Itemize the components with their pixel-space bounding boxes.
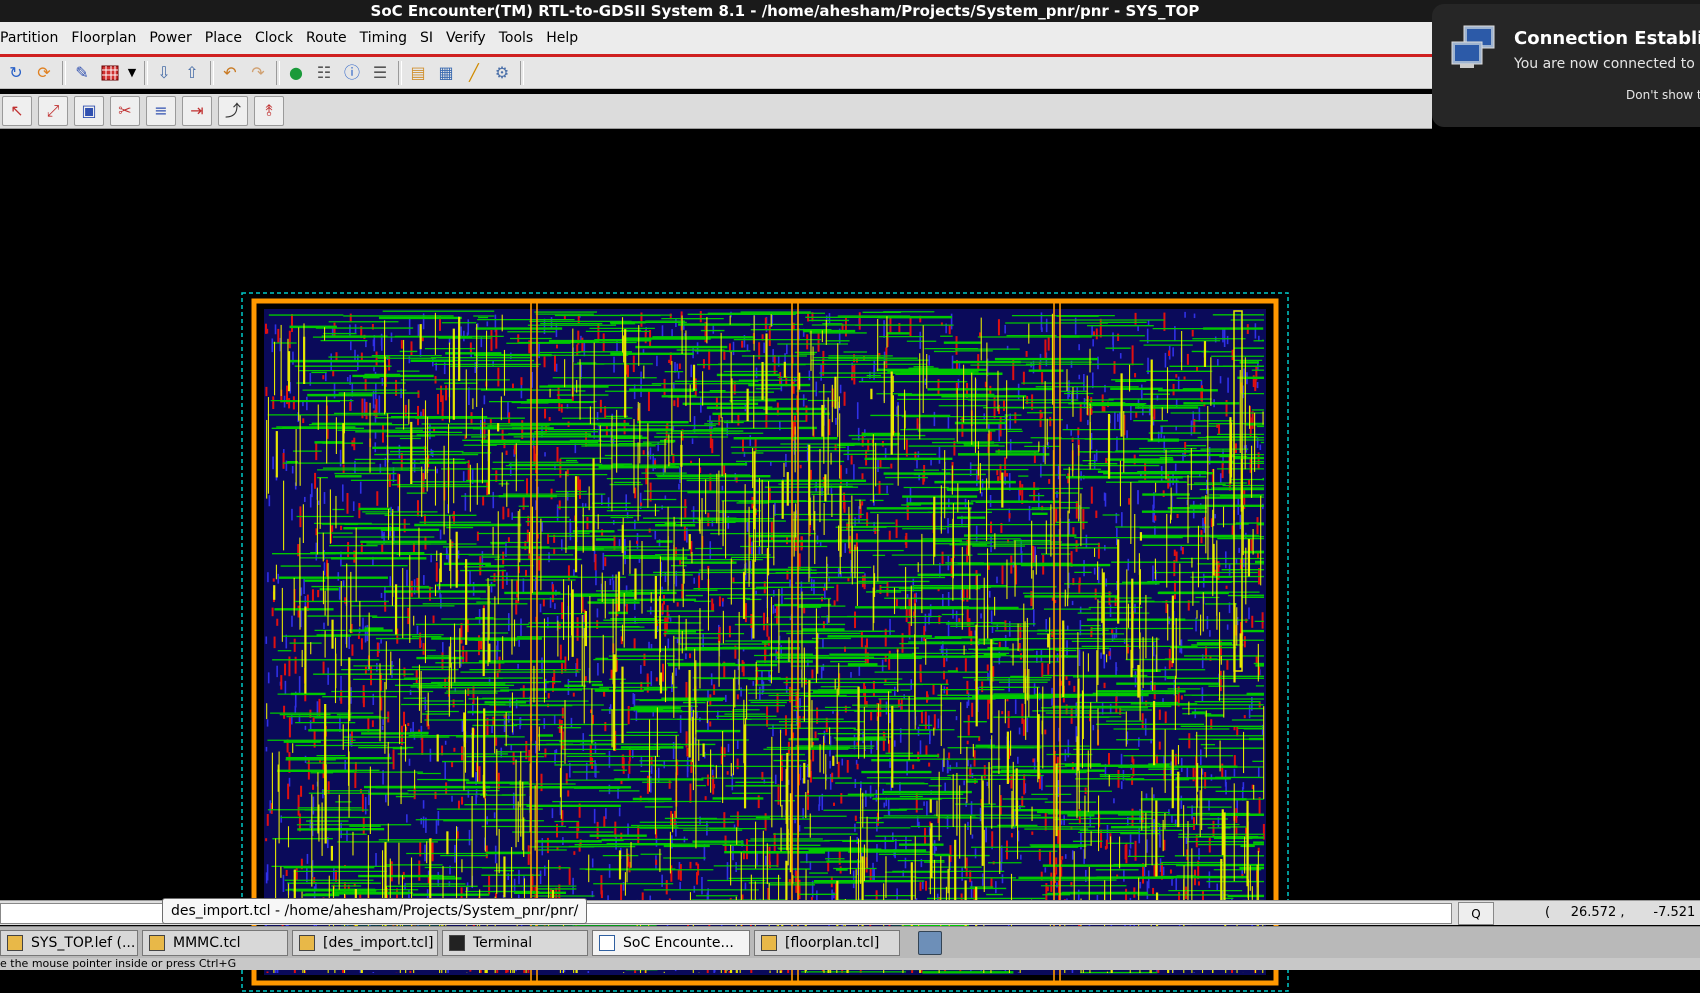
hierarchy-icon[interactable]: ☷	[312, 61, 336, 85]
dont-show-again-link[interactable]: Don't show t	[1626, 88, 1700, 102]
fill-pattern-icon[interactable]	[98, 61, 122, 85]
redo-circle-icon[interactable]: ↻	[4, 61, 28, 85]
layout-window-icon[interactable]: ▦	[434, 61, 458, 85]
window-title: SoC Encounter(TM) RTL-to-GDSII System 8.…	[371, 2, 1200, 20]
globe-icon[interactable]: ●	[284, 61, 308, 85]
align-icon[interactable]: ≡	[146, 96, 176, 126]
attribute-editor-icon[interactable]: ⚙	[490, 61, 514, 85]
refresh-icon[interactable]: ⟳	[32, 61, 56, 85]
move-icon[interactable]: ⤢	[38, 96, 68, 126]
terminal-icon	[449, 935, 465, 951]
task-label: MMMC.tcl	[173, 935, 241, 951]
task-terminal[interactable]: Terminal	[442, 930, 588, 956]
open-folder-icon[interactable]: ▤	[406, 61, 430, 85]
status-hint: e the mouse pointer inside or press Ctrl…	[0, 958, 1700, 970]
file-path-tooltip: des_import.tcl - /home/ahesham/Projects/…	[162, 898, 587, 924]
menu-help[interactable]: Help	[546, 30, 578, 46]
undo-icon[interactable]: ↶	[218, 61, 242, 85]
menu-si[interactable]: SI	[420, 30, 433, 46]
app-window-icon	[599, 935, 615, 951]
task-sys-top-lef[interactable]: SYS_TOP.lef (...	[0, 930, 138, 956]
network-computers-icon	[1450, 24, 1500, 76]
menu-tools[interactable]: Tools	[499, 30, 534, 46]
notes-icon[interactable]: ☰	[368, 61, 392, 85]
resize-icon[interactable]: ▣	[74, 96, 104, 126]
toolbar-separator	[144, 61, 148, 85]
dropdown-arrow-icon[interactable]: ▼	[126, 61, 138, 85]
toolbar-separator	[520, 61, 524, 85]
menu-timing[interactable]: Timing	[360, 30, 407, 46]
taskbar: SYS_TOP.lef (... MMMC.tcl [des_import.tc…	[0, 926, 1700, 959]
cut-icon[interactable]: ✂	[110, 96, 140, 126]
task-des-import-tcl[interactable]: [des_import.tcl]	[292, 930, 438, 956]
task-label: Terminal	[473, 935, 532, 951]
push-down-icon[interactable]: ⇩	[152, 61, 176, 85]
text-editor-icon	[149, 935, 165, 951]
edit-toolbar: ↖ ⤢ ▣ ✂ ≡ ⇥ ⤴ ⥉	[0, 94, 1432, 129]
task-mmmc-tcl[interactable]: MMMC.tcl	[142, 930, 288, 956]
task-label: [floorplan.tcl]	[785, 935, 879, 951]
toolbar-separator	[398, 61, 402, 85]
pop-up-icon[interactable]: ⇧	[180, 61, 204, 85]
menu-partition[interactable]: Partition	[0, 30, 58, 46]
toolbar-separator	[210, 61, 214, 85]
draw-tool-icon[interactable]: ✎	[70, 61, 94, 85]
ruler-icon[interactable]: ╱	[462, 61, 486, 85]
menu-place[interactable]: Place	[205, 30, 242, 46]
menu-clock[interactable]: Clock	[255, 30, 293, 46]
text-editor-icon	[299, 935, 315, 951]
menu-route[interactable]: Route	[306, 30, 347, 46]
menu-verify[interactable]: Verify	[446, 30, 486, 46]
task-label: SoC Encounte...	[623, 935, 734, 951]
notification-title: Connection Establis	[1514, 28, 1700, 49]
info-icon[interactable]: ⓘ	[340, 61, 364, 85]
notification-body: You are now connected to "	[1514, 56, 1700, 72]
cursor-coordinates: ( 26.572 , -7.521 )	[1545, 905, 1700, 920]
toolbar-separator	[62, 61, 66, 85]
snap-icon[interactable]: ⤴	[218, 96, 248, 126]
toolbar-separator	[276, 61, 280, 85]
workspace-switcher-icon[interactable]	[918, 931, 942, 955]
select-icon[interactable]: ↖	[2, 96, 32, 126]
menu-power[interactable]: Power	[149, 30, 191, 46]
task-floorplan-tcl[interactable]: [floorplan.tcl]	[754, 930, 900, 956]
task-soc-encounter[interactable]: SoC Encounte...	[592, 930, 750, 956]
text-editor-icon	[761, 935, 777, 951]
connection-notification[interactable]: Connection Establis You are now connecte…	[1432, 4, 1700, 127]
chip-layout[interactable]	[240, 291, 1290, 993]
task-label: SYS_TOP.lef (...	[31, 935, 135, 951]
task-label: [des_import.tcl]	[323, 935, 433, 951]
layout-canvas[interactable]	[0, 129, 1700, 900]
menu-floorplan[interactable]: Floorplan	[71, 30, 136, 46]
text-editor-icon	[7, 935, 23, 951]
shift-icon[interactable]: ⇥	[182, 96, 212, 126]
q-button[interactable]: Q	[1458, 902, 1494, 925]
edit-route-icon[interactable]: ⥉	[254, 96, 284, 126]
redo-icon[interactable]: ↷	[246, 61, 270, 85]
main-toolbar: ↻ ⟳ ✎ ▼ ⇩ ⇧ ↶ ↷ ● ☷ ⓘ ☰ ▤ ▦ ╱ ⚙	[0, 57, 1432, 89]
